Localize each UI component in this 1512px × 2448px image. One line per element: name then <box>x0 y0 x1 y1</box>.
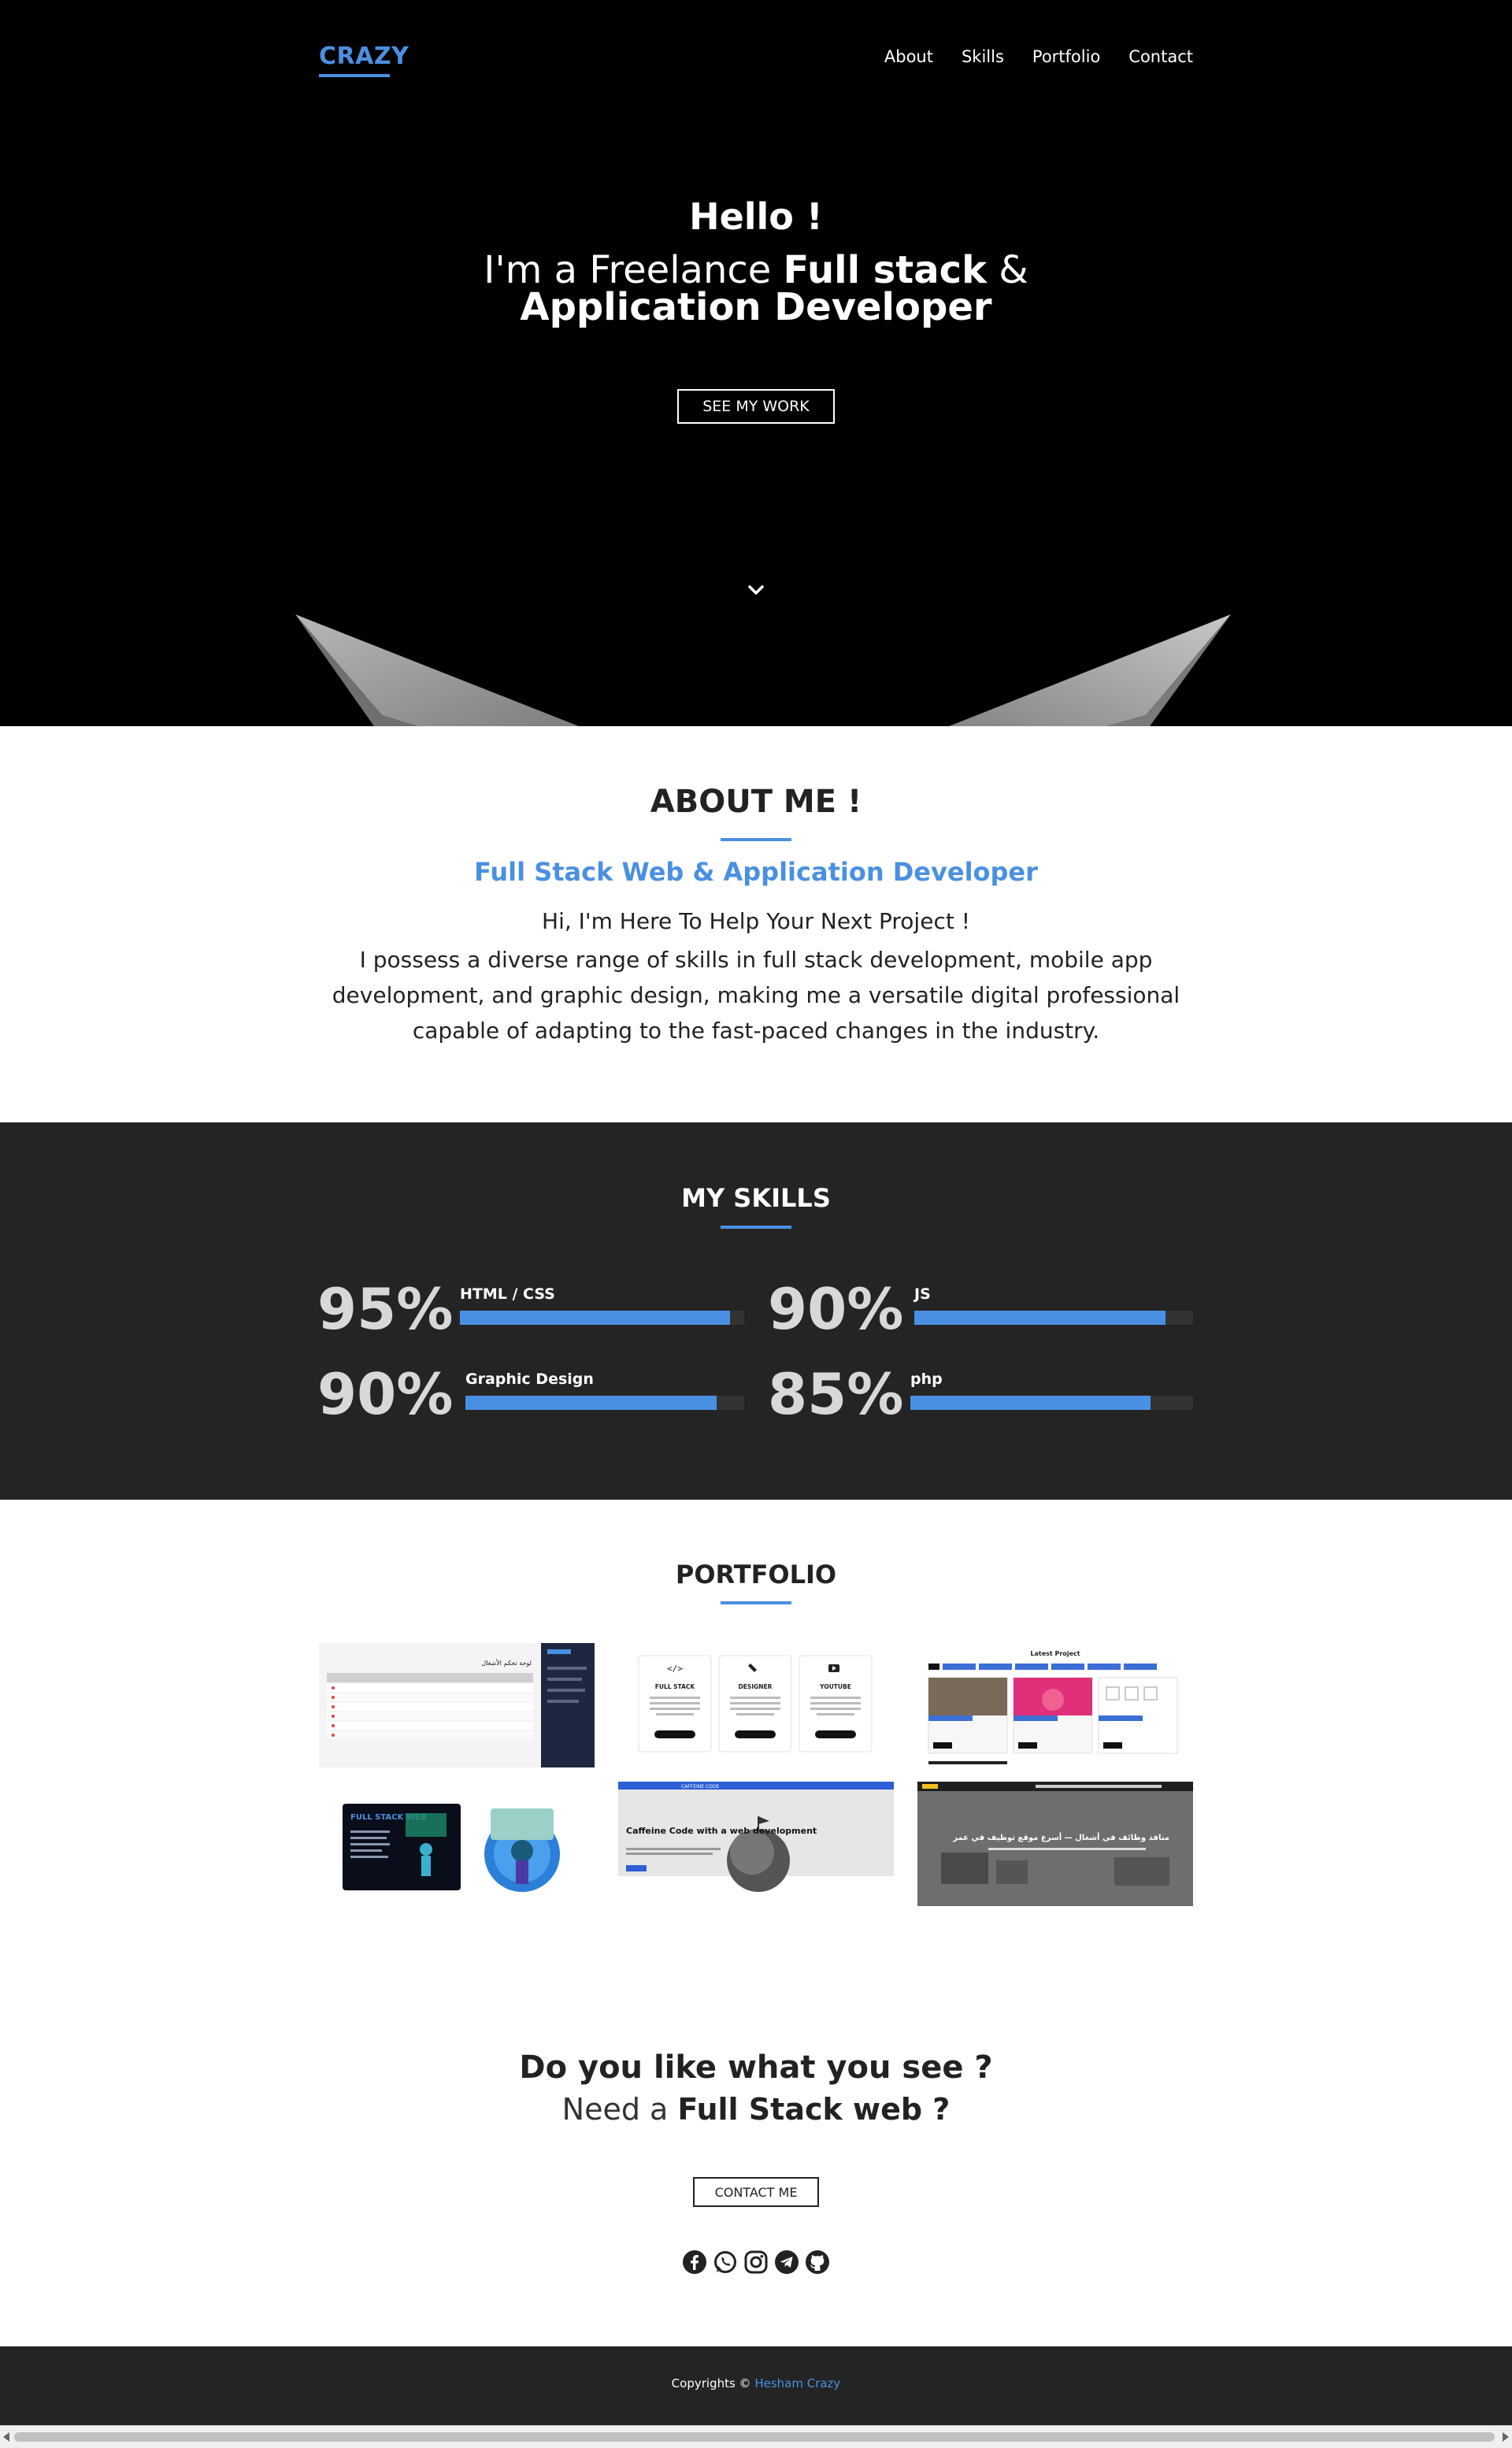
skills-section: MY SKILLS 95% HTML / CSS 90% JS 90% Grap… <box>0 1122 1512 1500</box>
nav-links: About Skills Portfolio Contact <box>884 47 1193 66</box>
horizontal-scrollbar[interactable] <box>0 2425 1512 2448</box>
author-link[interactable]: Hesham Crazy <box>754 2376 840 2391</box>
card-label-youtube: YOUTUBE <box>819 1683 851 1690</box>
portfolio-item-caffeine-code[interactable]: CAFFEINE CODE Caffeine Code with a web d… <box>618 1782 894 1906</box>
social-links <box>682 2250 830 2278</box>
caffeine-code-preview-brand: CAFFEINE CODE <box>681 1784 719 1790</box>
skill-bar-track <box>910 1396 1193 1410</box>
about-title: ABOUT ME ! <box>650 784 862 820</box>
copyright-label: Copyrights © <box>671 2376 755 2391</box>
scrollbar-thumb[interactable] <box>14 2432 1495 2442</box>
scroll-left-arrow-icon[interactable] <box>3 2432 9 2442</box>
hero-section: CRAZY About Skills Portfolio Contact Hel… <box>0 0 1512 726</box>
skill-bar-track <box>460 1311 744 1325</box>
scroll-right-arrow-icon[interactable] <box>1503 2432 1509 2442</box>
full-stack-web-preview-image: FULL STACK WEB <box>319 1782 595 1906</box>
skill-name: Graphic Design <box>465 1371 594 1388</box>
skill-bar-fill <box>914 1311 1166 1325</box>
latest-project-preview-image: Latest Project <box>917 1643 1193 1767</box>
cta-line2-prefix: Need a <box>561 2092 678 2127</box>
portfolio-item-latest-project[interactable]: Latest Project <box>917 1643 1193 1767</box>
portfolio-item-cards[interactable]: </> FULL STACK DESIGNER YOUTUBE <box>618 1643 894 1767</box>
portfolio-item-jobs-site[interactable]: منافذ وظائف في أشغال — أسرع موقع توظيف ف… <box>917 1782 1193 1906</box>
portfolio-title: PORTFOLIO <box>675 1560 837 1589</box>
nav-link-skills[interactable]: Skills <box>962 47 1004 66</box>
about-subtitle: Full Stack Web & Application Developer <box>474 857 1038 887</box>
skill-html-css: 95% HTML / CSS <box>317 1278 744 1341</box>
whatsapp-icon[interactable] <box>713 2250 738 2275</box>
hero-headline-line2: Application Developer <box>520 285 992 329</box>
latest-project-preview-title: Latest Project <box>1030 1650 1080 1657</box>
nav-link-about[interactable]: About <box>884 47 933 66</box>
about-title-underline <box>721 838 791 841</box>
card-label-full-stack: FULL STACK <box>655 1683 696 1690</box>
cta-question: Do you like what you see ? <box>519 2049 993 2086</box>
facebook-icon[interactable] <box>682 2250 707 2275</box>
jobs-site-preview-image: منافذ وظائف في أشغال — أسرع موقع توظيف ف… <box>917 1782 1193 1906</box>
about-description: I possess a diverse range of skills in f… <box>332 947 1180 1044</box>
portfolio-title-underline <box>721 1601 791 1604</box>
telegram-icon[interactable] <box>774 2250 799 2275</box>
top-navbar: CRAZY About Skills Portfolio Contact <box>319 43 1193 82</box>
caffeine-code-preview-image: CAFFEINE CODE Caffeine Code with a web d… <box>618 1782 894 1906</box>
github-icon[interactable] <box>805 2250 830 2275</box>
skill-bar-fill <box>465 1396 717 1410</box>
dashboard-preview-image: لوحة تحكم الأشغال <box>319 1643 595 1767</box>
hero-decorative-shape <box>295 614 1231 726</box>
skill-bar-track <box>465 1396 744 1410</box>
skill-graphic-design: 90% Graphic Design <box>317 1363 744 1426</box>
copyright-text: Copyrights © Hesham Crazy <box>0 2376 1512 2391</box>
cta-line2-bold: Full Stack web ? <box>677 2092 951 2127</box>
portfolio-item-full-stack-web[interactable]: FULL STACK WEB <box>319 1782 595 1906</box>
dashboard-preview-title: لوحة تحكم الأشغال <box>481 1659 532 1667</box>
nav-link-contact[interactable]: Contact <box>1128 47 1193 66</box>
skill-js: 90% JS <box>768 1278 1193 1341</box>
skill-percent: 90% <box>768 1276 904 1342</box>
svg-text:</>: </> <box>667 1664 683 1674</box>
site-logo[interactable]: CRAZY <box>319 43 409 70</box>
card-label-designer: DESIGNER <box>739 1683 773 1690</box>
portfolio-item-dashboard[interactable]: لوحة تحكم الأشغال <box>319 1643 595 1767</box>
nav-link-portfolio[interactable]: Portfolio <box>1032 47 1100 66</box>
skills-title-underline <box>721 1226 791 1229</box>
contact-me-button[interactable]: CONTACT ME <box>693 2177 819 2207</box>
skill-bar-fill <box>460 1311 730 1325</box>
skill-bar-track <box>914 1311 1193 1325</box>
skill-name: JS <box>914 1285 931 1303</box>
skill-bar-fill <box>910 1396 1151 1410</box>
skill-percent: 85% <box>768 1361 904 1427</box>
skill-percent: 95% <box>317 1276 454 1342</box>
cta-line2: Need a Full Stack web ? <box>0 2092 1512 2127</box>
skills-title: MY SKILLS <box>681 1183 831 1213</box>
skill-percent: 90% <box>317 1361 454 1427</box>
see-my-work-button[interactable]: SEE MY WORK <box>677 389 835 424</box>
caffeine-code-preview-title: Caffeine Code with a web development <box>626 1826 817 1836</box>
footer: Copyrights © Hesham Crazy <box>0 2346 1512 2425</box>
hero-greeting: Hello ! <box>689 195 823 238</box>
cards-preview-image: </> FULL STACK DESIGNER YOUTUBE <box>618 1643 894 1767</box>
skill-php: 85% php <box>768 1363 1193 1426</box>
instagram-icon[interactable] <box>743 2250 769 2275</box>
jobs-site-preview-title: منافذ وظائف في أشغال — أسرع موقع توظيف ف… <box>952 1832 1169 1842</box>
skill-name: HTML / CSS <box>460 1285 555 1303</box>
logo-underline <box>319 74 390 77</box>
about-intro: Hi, I'm Here To Help Your Next Project ! <box>542 908 970 934</box>
skill-name: php <box>910 1371 943 1388</box>
